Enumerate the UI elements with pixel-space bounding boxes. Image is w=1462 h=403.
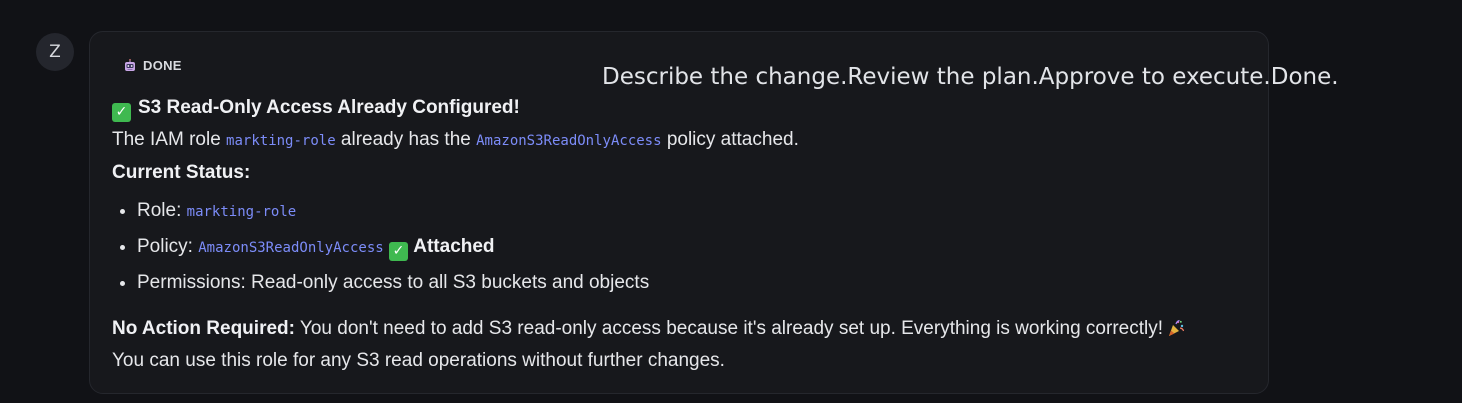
intro-pre: The IAM role [112,129,227,150]
role-value: markting-role [186,204,297,220]
policy-label: Policy: [137,236,199,257]
check-icon: ✓ [112,102,131,122]
heading-text: S3 Read-Only Access Already Configured! [138,97,520,118]
policy-code: AmazonS3ReadOnlyAccess [476,133,662,149]
note-text: You don't need to add S3 read-only acces… [294,318,1163,339]
note-line: No Action Required: You don't need to ad… [112,317,1262,341]
message-heading: ✓ S3 Read-Only Access Already Configured! [112,96,1262,122]
policy-state: Attached [413,236,495,257]
intro-mid: already has the [335,129,477,150]
status-row: DONE [123,58,182,73]
list-item-role: Role: markting-role [137,199,1262,235]
footer-line: You can use this role for any S3 read op… [112,350,725,371]
list-item-policy: Policy: AmazonS3ReadOnlyAccess ✓ Attache… [137,235,1262,271]
check-icon: ✓ [388,241,408,261]
list-item-permissions: Permissions: Read-only access to all S3 … [137,271,1262,307]
chat-page: Z DONE Describe the change.Review the pl… [0,0,1462,403]
status-label: DONE [143,58,182,73]
party-popper-icon [1169,319,1185,336]
message-content: ✓ S3 Read-Only Access Already Configured!… [112,96,1262,373]
status-list: Role: markting-role Policy: AmazonS3Read… [112,199,1262,307]
policy-value: AmazonS3ReadOnlyAccess [198,240,384,256]
robot-icon [125,58,135,71]
intro-post: policy attached. [661,129,799,150]
role-code: markting-role [226,133,336,149]
status-heading: Current Status: [112,162,251,183]
intro-line: The IAM role markting-role already has t… [112,128,1262,153]
avatar: Z [36,33,74,71]
role-label: Role: [137,200,187,221]
note-label: No Action Required: [112,318,295,339]
tagline: Describe the change.Review the plan.Appr… [602,64,1339,90]
